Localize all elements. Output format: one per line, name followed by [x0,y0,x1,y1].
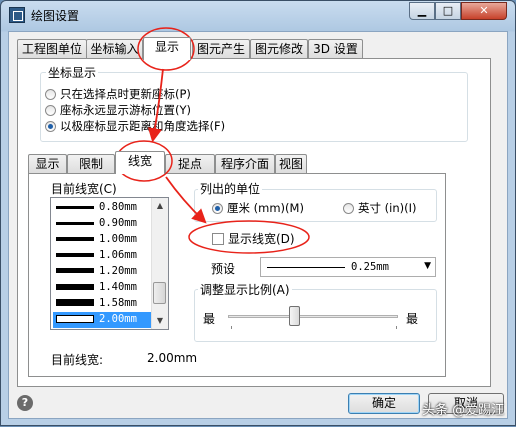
settings-window: 绘图设置 ▁ □ ✕ 工程图单位 坐标输入 显示 图元产生 图元修改 3D 设置… [0,0,516,426]
annotation-arrow-to-lineweight-tab [147,68,164,143]
watermark-text: 头条 @爱踢汪 [422,403,505,418]
annotation-overlay [115,27,310,254]
annotation-arrow-to-checkbox [165,176,207,224]
tab-display[interactable]: 显示 [143,37,191,60]
annotation-circle-show-lineweight [188,220,310,254]
inner-tab-lineweight[interactable]: 线宽 [115,151,165,174]
